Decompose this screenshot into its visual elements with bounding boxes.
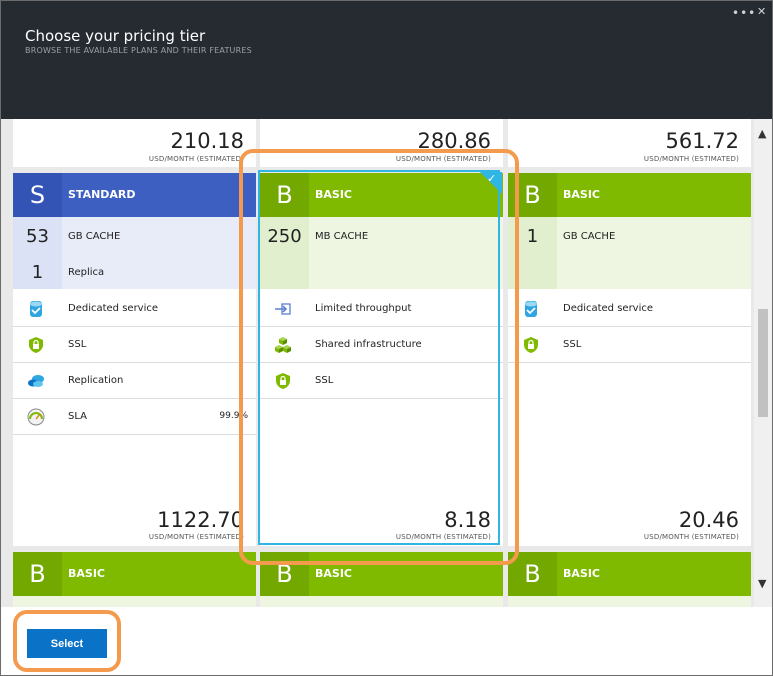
tier-card-bottom-3[interactable]: B BASIC bbox=[508, 552, 751, 607]
scroll-up-icon[interactable]: ▲ bbox=[758, 127, 766, 140]
tier-card-top-1[interactable]: 210.18 USD/MONTH (ESTIMATED) bbox=[13, 119, 256, 167]
blade-title: Choose your pricing tier bbox=[25, 27, 206, 45]
tier-name: STANDARD bbox=[68, 188, 136, 201]
replication-icon bbox=[28, 375, 44, 387]
price-value: 1122.70 bbox=[157, 508, 244, 532]
spec-label: Replica bbox=[68, 267, 105, 278]
scrollbar-thumb[interactable] bbox=[758, 309, 768, 417]
price-value: 561.72 bbox=[665, 129, 739, 153]
price-value: 210.18 bbox=[170, 129, 244, 153]
feature-label: Replication bbox=[68, 375, 124, 386]
spec-number: 53 bbox=[26, 226, 49, 247]
spec-panel bbox=[13, 596, 256, 607]
tier-header: B BASIC bbox=[13, 552, 256, 596]
spec-panel bbox=[508, 596, 751, 607]
tier-name: BASIC bbox=[68, 567, 105, 580]
feature-row: Dedicated service bbox=[508, 291, 751, 327]
dedicated-service-icon bbox=[525, 301, 537, 317]
spec-row: 1 GB CACHE bbox=[508, 219, 751, 255]
feature-row: SSL bbox=[508, 327, 751, 363]
tier-card-top-3[interactable]: 561.72 USD/MONTH (ESTIMATED) bbox=[508, 119, 751, 167]
price-unit: USD/MONTH (ESTIMATED) bbox=[148, 155, 244, 163]
feature-label: Dedicated service bbox=[68, 303, 159, 314]
tier-name: BASIC bbox=[563, 188, 600, 201]
dedicated-service-icon bbox=[30, 301, 42, 317]
spec-row: 53 GB CACHE bbox=[13, 219, 256, 255]
tier-name: BASIC bbox=[563, 567, 600, 580]
more-options-icon[interactable]: ••• bbox=[732, 6, 756, 20]
highlight-select-button bbox=[13, 610, 121, 672]
blade-subtitle: BROWSE THE AVAILABLE PLANS AND THEIR FEA… bbox=[25, 46, 252, 55]
feature-label: SSL bbox=[563, 339, 582, 350]
tier-letter: B bbox=[13, 552, 62, 596]
feature-row: Dedicated service bbox=[13, 291, 256, 327]
scroll-down-icon[interactable]: ▼ bbox=[758, 577, 766, 590]
tier-card-basic-1gb[interactable]: B BASIC 1 GB CACHE Dedicated service SSL… bbox=[508, 173, 751, 546]
pricing-tier-blade: Choose your pricing tier BROWSE THE AVAI… bbox=[0, 0, 773, 676]
feature-row: SSL bbox=[13, 327, 256, 363]
blade-header: Choose your pricing tier BROWSE THE AVAI… bbox=[1, 1, 772, 119]
spec-label: GB CACHE bbox=[563, 231, 616, 242]
vertical-scrollbar[interactable]: ▲ ▼ bbox=[754, 119, 772, 607]
highlight-selected-card bbox=[239, 149, 519, 565]
tier-header: B BASIC bbox=[508, 173, 751, 217]
feature-row: SLA 99.9% bbox=[13, 399, 256, 435]
price-unit: USD/MONTH (ESTIMATED) bbox=[148, 533, 244, 541]
price-unit: USD/MONTH (ESTIMATED) bbox=[643, 533, 739, 541]
spec-row: 1 Replica bbox=[13, 255, 256, 291]
tier-card-standard[interactable]: S STANDARD 53 GB CACHE 1 Replica Dedicat… bbox=[13, 173, 256, 546]
spec-label: GB CACHE bbox=[68, 231, 121, 242]
ssl-shield-icon bbox=[29, 337, 43, 353]
spec-number: 1 bbox=[31, 262, 44, 283]
spec-panel bbox=[260, 596, 503, 607]
feature-label: Dedicated service bbox=[563, 303, 654, 314]
tier-letter: S bbox=[13, 173, 62, 217]
close-icon[interactable]: ✕ bbox=[757, 5, 766, 18]
tier-header: B BASIC bbox=[508, 552, 751, 596]
sla-gauge-icon bbox=[27, 408, 45, 426]
price-unit: USD/MONTH (ESTIMATED) bbox=[643, 155, 739, 163]
tier-header: S STANDARD bbox=[13, 173, 256, 217]
tier-card-bottom-1[interactable]: B BASIC bbox=[13, 552, 256, 607]
feature-row: Replication bbox=[13, 363, 256, 399]
price-value: 20.46 bbox=[678, 508, 739, 532]
feature-label: SLA bbox=[68, 411, 87, 422]
ssl-shield-icon bbox=[524, 337, 538, 353]
feature-label: SSL bbox=[68, 339, 87, 350]
